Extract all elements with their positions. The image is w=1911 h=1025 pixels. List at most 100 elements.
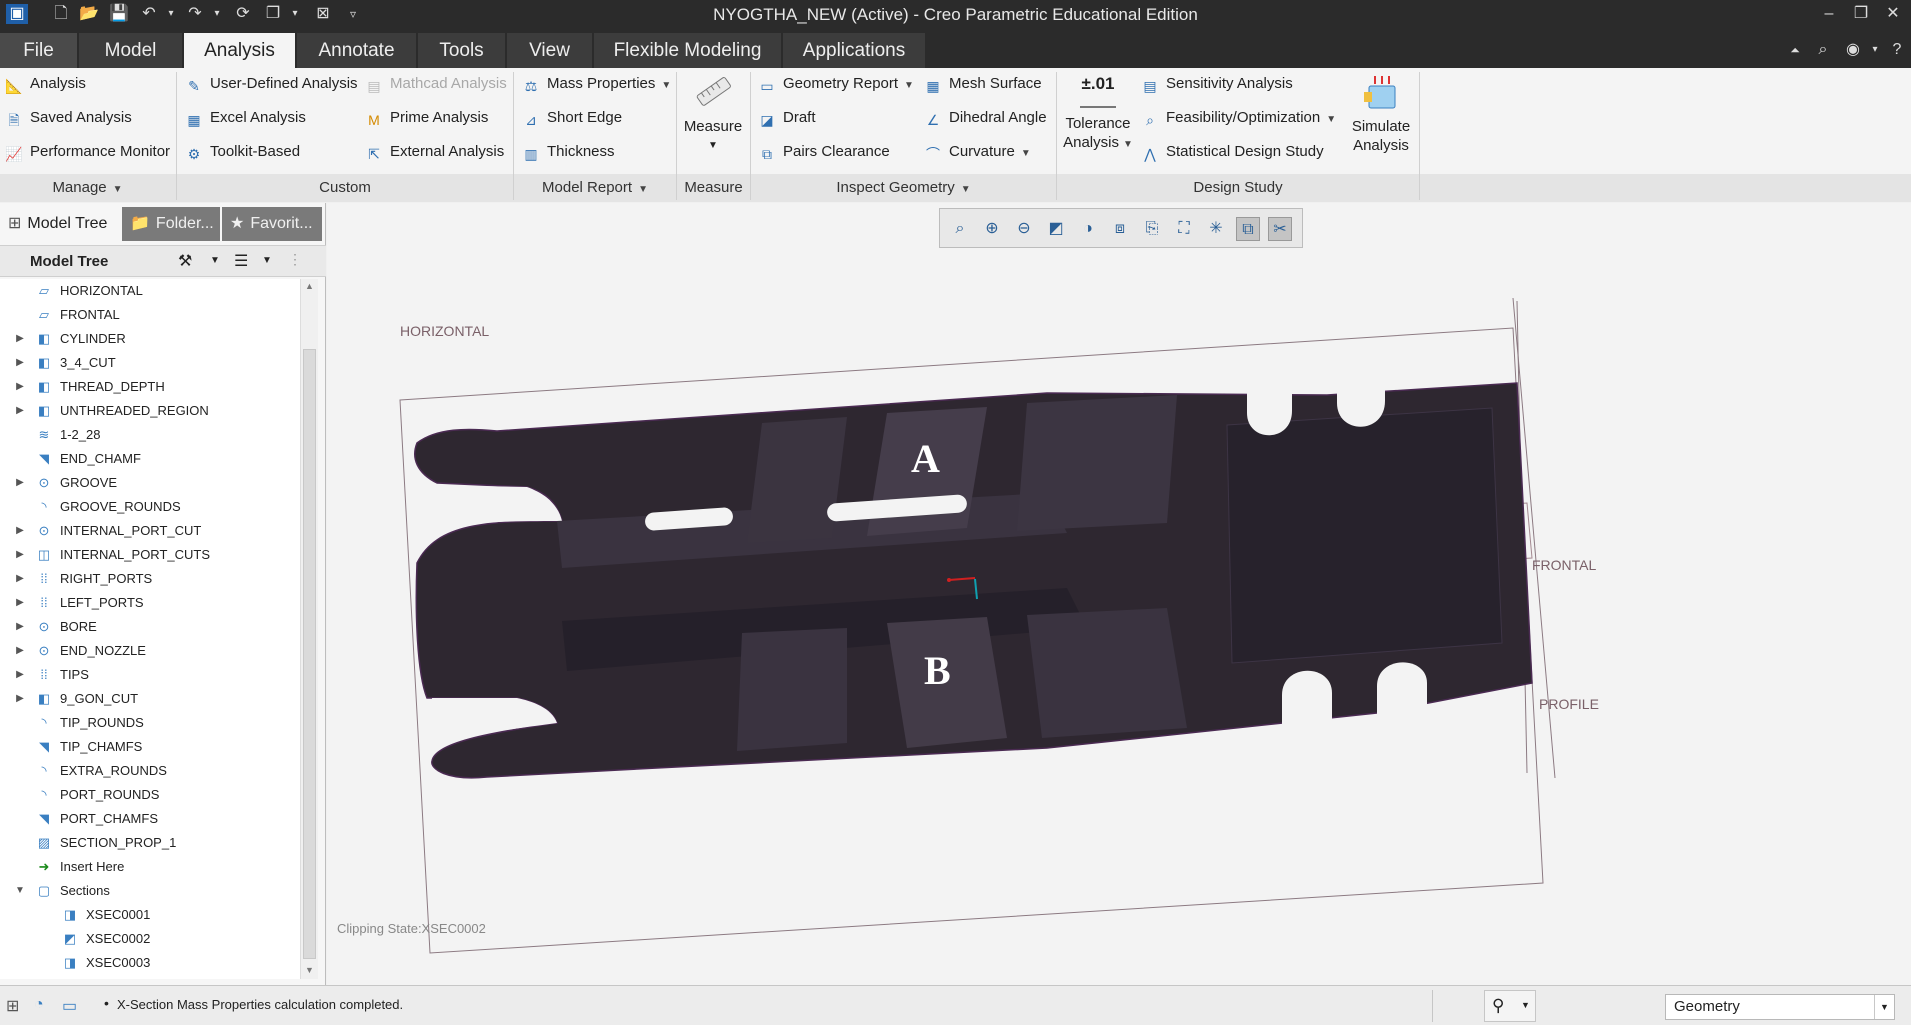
tolerance-analysis-button[interactable]: ±.01 Tolerance Analysis ▼ bbox=[1062, 72, 1134, 154]
analysis-button[interactable]: 📐 Analysis bbox=[4, 71, 86, 97]
scroll-up-icon[interactable]: ▲ bbox=[305, 281, 314, 291]
tree-item[interactable]: ◥ TIP_CHAMFS bbox=[0, 735, 300, 759]
learning-connector-icon[interactable]: ◉ bbox=[1842, 39, 1864, 61]
expand-icon[interactable]: ▶ bbox=[14, 639, 26, 663]
tree-settings-icon[interactable]: ⚒ bbox=[178, 251, 192, 271]
search-icon[interactable]: ⌕ bbox=[1812, 39, 1834, 61]
expand-icon[interactable]: ▶ bbox=[14, 591, 26, 615]
tab-model[interactable]: Model bbox=[79, 33, 183, 68]
tree-item[interactable]: ◝ EXTRA_ROUNDS bbox=[0, 759, 300, 783]
performance-monitor-button[interactable]: 📈 Performance Monitor bbox=[4, 139, 170, 165]
expand-icon[interactable]: ▶ bbox=[14, 543, 26, 567]
tree-item[interactable]: ➜ Insert Here bbox=[0, 855, 300, 879]
show-icon[interactable]: ☰ bbox=[234, 251, 248, 271]
tree-item[interactable]: ▶ ⊙ BORE bbox=[0, 615, 300, 639]
minimize-ribbon-icon[interactable]: ⏶ bbox=[1784, 39, 1806, 61]
tree-item[interactable]: ≋ 1-2_28 bbox=[0, 423, 300, 447]
tree-item[interactable]: ▶ ⁞⁞ RIGHT_PORTS bbox=[0, 567, 300, 591]
curvature-button[interactable]: ⌒ Curvature ▼ bbox=[923, 139, 1031, 165]
toolkit-based-button[interactable]: ⚙ Toolkit-Based bbox=[184, 139, 300, 165]
tree-item[interactable]: ◩ XSEC0002 bbox=[0, 927, 300, 951]
full-screen-icon[interactable]: ▭ bbox=[62, 996, 77, 1016]
tree-item[interactable]: ◥ END_CHAMF bbox=[0, 447, 300, 471]
close-icon[interactable]: ✕ bbox=[1880, 3, 1906, 25]
mathcad-analysis-button[interactable]: ▤ Mathcad Analysis bbox=[364, 71, 506, 97]
model-canvas[interactable] bbox=[327, 203, 1911, 985]
user-defined-analysis-button[interactable]: ✎ User-Defined Analysis bbox=[184, 71, 357, 97]
tree-item[interactable]: ▶ ◧ UNTHREADED_REGION bbox=[0, 399, 300, 423]
expand-icon[interactable]: ▶ bbox=[14, 519, 26, 543]
show-dropdown-icon[interactable]: ▼ bbox=[262, 255, 272, 266]
show-navigator-icon[interactable]: ⊞ bbox=[6, 996, 19, 1016]
annotation-display-icon[interactable]: ✳ bbox=[1204, 217, 1228, 241]
tree-settings-dropdown-icon[interactable]: ▼ bbox=[210, 255, 220, 266]
tree-item[interactable]: ▼ ▢ Sections bbox=[0, 879, 300, 903]
tab-annotate[interactable]: Annotate bbox=[297, 33, 417, 68]
horizontal-plane-label[interactable]: HORIZONTAL bbox=[400, 323, 489, 339]
zoom-in-icon[interactable]: ⊕ bbox=[980, 217, 1004, 241]
draft-button[interactable]: ◪ Draft bbox=[757, 105, 815, 131]
repaint-icon[interactable]: ◩ bbox=[1044, 217, 1068, 241]
tree-item[interactable]: ▶ ⁞⁞ LEFT_PORTS bbox=[0, 591, 300, 615]
selection-filter-select[interactable]: Geometry ▼ bbox=[1665, 994, 1895, 1020]
expand-icon[interactable]: ▶ bbox=[14, 567, 26, 591]
prime-analysis-button[interactable]: M Prime Analysis bbox=[364, 105, 488, 131]
tree-item[interactable]: ▱ HORIZONTAL bbox=[0, 279, 300, 303]
manage-group-label[interactable]: Manage ▼ bbox=[0, 176, 175, 200]
tab-applications[interactable]: Applications bbox=[783, 33, 926, 68]
help-icon[interactable]: ? bbox=[1886, 39, 1908, 61]
sensitivity-analysis-button[interactable]: ▤ Sensitivity Analysis bbox=[1140, 71, 1292, 97]
tree-item[interactable]: ◝ GROOVE_ROUNDS bbox=[0, 495, 300, 519]
expand-icon[interactable]: ▶ bbox=[14, 615, 26, 639]
tree-item[interactable]: ▶ ◧ 9_GON_CUT bbox=[0, 687, 300, 711]
tab-file[interactable]: File bbox=[0, 33, 78, 68]
tree-item[interactable]: ◝ TIP_ROUNDS bbox=[0, 711, 300, 735]
find-button[interactable]: ⚲ ▼ bbox=[1484, 990, 1536, 1022]
tree-item[interactable]: ▶ ◧ THREAD_DEPTH bbox=[0, 375, 300, 399]
expand-icon[interactable]: ▶ bbox=[14, 375, 26, 399]
tree-item[interactable]: ◝ PORT_ROUNDS bbox=[0, 783, 300, 807]
profile-plane-label[interactable]: PROFILE bbox=[1539, 696, 1599, 712]
tree-item[interactable]: ▶ ◫ INTERNAL_PORT_CUTS bbox=[0, 543, 300, 567]
graphics-window[interactable]: HORIZONTAL FRONTAL PROFILE A B Clipping … bbox=[327, 203, 1911, 985]
expand-icon[interactable]: ▶ bbox=[14, 399, 26, 423]
datum-display-filters-icon[interactable]: ⧉ bbox=[1236, 217, 1260, 241]
tab-favorites[interactable]: ★ Favorit... bbox=[222, 207, 322, 241]
tree-item[interactable]: ◨ XSEC0003 bbox=[0, 951, 300, 975]
geometry-report-button[interactable]: ▭ Geometry Report ▼ bbox=[757, 71, 914, 97]
expand-icon[interactable]: ▶ bbox=[14, 471, 26, 495]
collapse-icon[interactable]: ▼ bbox=[14, 879, 26, 903]
tree-scrollbar[interactable]: ▲ ▼ bbox=[300, 279, 318, 979]
zoom-out-icon[interactable]: ⊖ bbox=[1012, 217, 1036, 241]
tab-analysis[interactable]: Analysis bbox=[184, 33, 296, 68]
tree-item[interactable]: ▶ ◧ 3_4_CUT bbox=[0, 351, 300, 375]
simulate-analysis-button[interactable]: Simulate Analysis bbox=[1346, 72, 1416, 155]
display-style-icon[interactable]: ◑ bbox=[1076, 217, 1100, 241]
expand-icon[interactable]: ▶ bbox=[14, 327, 26, 351]
inspect-geometry-group-label[interactable]: Inspect Geometry ▼ bbox=[751, 176, 1056, 200]
tab-flexible-modeling[interactable]: Flexible Modeling bbox=[594, 33, 782, 68]
external-analysis-button[interactable]: ⇱ External Analysis bbox=[364, 139, 504, 165]
mass-properties-button[interactable]: ⚖ Mass Properties ▼ bbox=[521, 71, 672, 97]
expand-icon[interactable]: ▶ bbox=[14, 351, 26, 375]
tree-item[interactable]: ◨ XSEC0001 bbox=[0, 903, 300, 927]
tree-item[interactable]: ▶ ⁞⁞ TIPS bbox=[0, 663, 300, 687]
model-report-group-label[interactable]: Model Report ▼ bbox=[514, 176, 676, 200]
saved-orientations-icon[interactable]: ⧈ bbox=[1108, 217, 1132, 241]
tab-folder-browser[interactable]: 📁 Folder... bbox=[122, 207, 220, 241]
filter-icon[interactable]: ⋮ bbox=[288, 251, 302, 268]
scroll-thumb[interactable] bbox=[303, 349, 316, 959]
minimize-icon[interactable]: – bbox=[1816, 3, 1842, 25]
expand-icon[interactable]: ▶ bbox=[14, 663, 26, 687]
view-manager-icon[interactable]: ⎘ bbox=[1140, 217, 1164, 241]
scroll-down-icon[interactable]: ▼ bbox=[305, 965, 314, 975]
measure-button[interactable]: Measure ▼ bbox=[680, 72, 746, 155]
pairs-clearance-button[interactable]: ⧉ Pairs Clearance bbox=[757, 139, 890, 165]
tree-item[interactable]: ▶ ⊙ GROOVE bbox=[0, 471, 300, 495]
perspective-view-icon[interactable]: ⛶ bbox=[1172, 217, 1196, 241]
learning-dropdown-icon[interactable]: ▾ bbox=[1864, 39, 1886, 61]
tab-tools[interactable]: Tools bbox=[418, 33, 506, 68]
tree-item[interactable]: ◥ PORT_CHAMFS bbox=[0, 807, 300, 831]
short-edge-button[interactable]: ⊿ Short Edge bbox=[521, 105, 622, 131]
expand-icon[interactable]: ▶ bbox=[14, 687, 26, 711]
